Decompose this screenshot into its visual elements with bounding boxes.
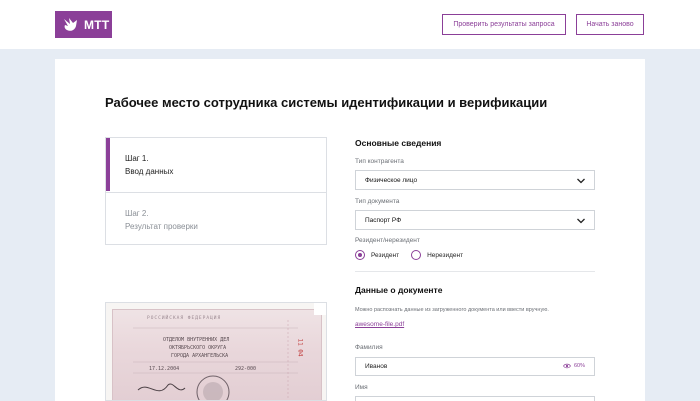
page-title: Рабочее место сотрудника системы идентиф… [105,95,548,110]
resident-radio[interactable]: Резидент [355,250,399,260]
radio-label: Резидент [371,251,400,259]
eye-icon [563,363,571,369]
non-resident-radio[interactable]: Нерезидент [411,250,463,260]
uploaded-file-link[interactable]: awesome-file.pdf [355,321,404,328]
step-number: Шаг 2. [125,209,149,218]
residency-radio-group: Резидент Нерезидент [355,250,475,260]
step-label: Ввод данных [125,167,174,176]
counterparty-value: Физическое лицо [365,176,418,184]
chevron-down-icon [577,178,585,184]
residency-label: Резидент/нерезидент [355,237,420,244]
passport-corner [314,303,326,315]
steps-panel: Шаг 1. Ввод данных Шаг 2. Результат пров… [105,137,327,245]
step-check-result[interactable]: Шаг 2. Результат проверки [106,192,326,245]
passport-preview: РОССИЙСКАЯ ФЕДЕРАЦИЯ ОТДЕЛОМ ВНУТРЕННИХ … [105,302,327,401]
section-divider [355,271,595,272]
document-data-title: Данные о документе [355,285,443,295]
recognition-hint: Можно распознать данные из загруженного … [355,307,549,313]
document-type-value: Паспорт РФ [365,216,402,224]
name-label: Имя [355,384,368,391]
step-label: Результат проверки [125,222,198,231]
passport-decoration [133,320,298,400]
document-type-select[interactable]: Паспорт РФ [355,210,595,230]
document-type-label: Тип документа [355,198,400,205]
passport-scan-image: РОССИЙСКАЯ ФЕДЕРАЦИЯ ОТДЕЛОМ ВНУТРЕННИХ … [112,309,322,400]
step-input-data[interactable]: Шаг 1. Ввод данных [106,138,326,191]
counterparty-label: Тип контрагента [355,158,404,165]
surname-input[interactable]: Иванов 60% [355,357,595,376]
chevron-down-icon [577,218,585,224]
step-number: Шаг 1. [125,154,149,163]
logo[interactable]: МТТ [55,11,112,38]
logo-bird-icon [64,17,77,31]
main-card: Рабочее место сотрудника системы идентиф… [55,59,645,401]
surname-label: Фамилия [355,344,383,351]
basic-info-title: Основные сведения [355,138,442,148]
surname-value: Иванов [365,363,388,370]
restart-button[interactable]: Начать заново [576,14,644,35]
radio-label: Нерезидент [427,251,464,259]
check-results-button[interactable]: Проверить результаты запроса [442,14,566,35]
counterparty-select[interactable]: Физическое лицо [355,170,595,190]
confidence-value: 60% [573,363,585,369]
top-bar: МТТ Проверить результаты запроса Начать … [0,0,700,49]
logo-text: МТТ [84,17,110,32]
radio-checked-icon [355,250,365,260]
recognition-confidence: 60% [563,363,585,369]
radio-unchecked-icon [411,250,422,260]
name-input[interactable] [355,396,595,401]
